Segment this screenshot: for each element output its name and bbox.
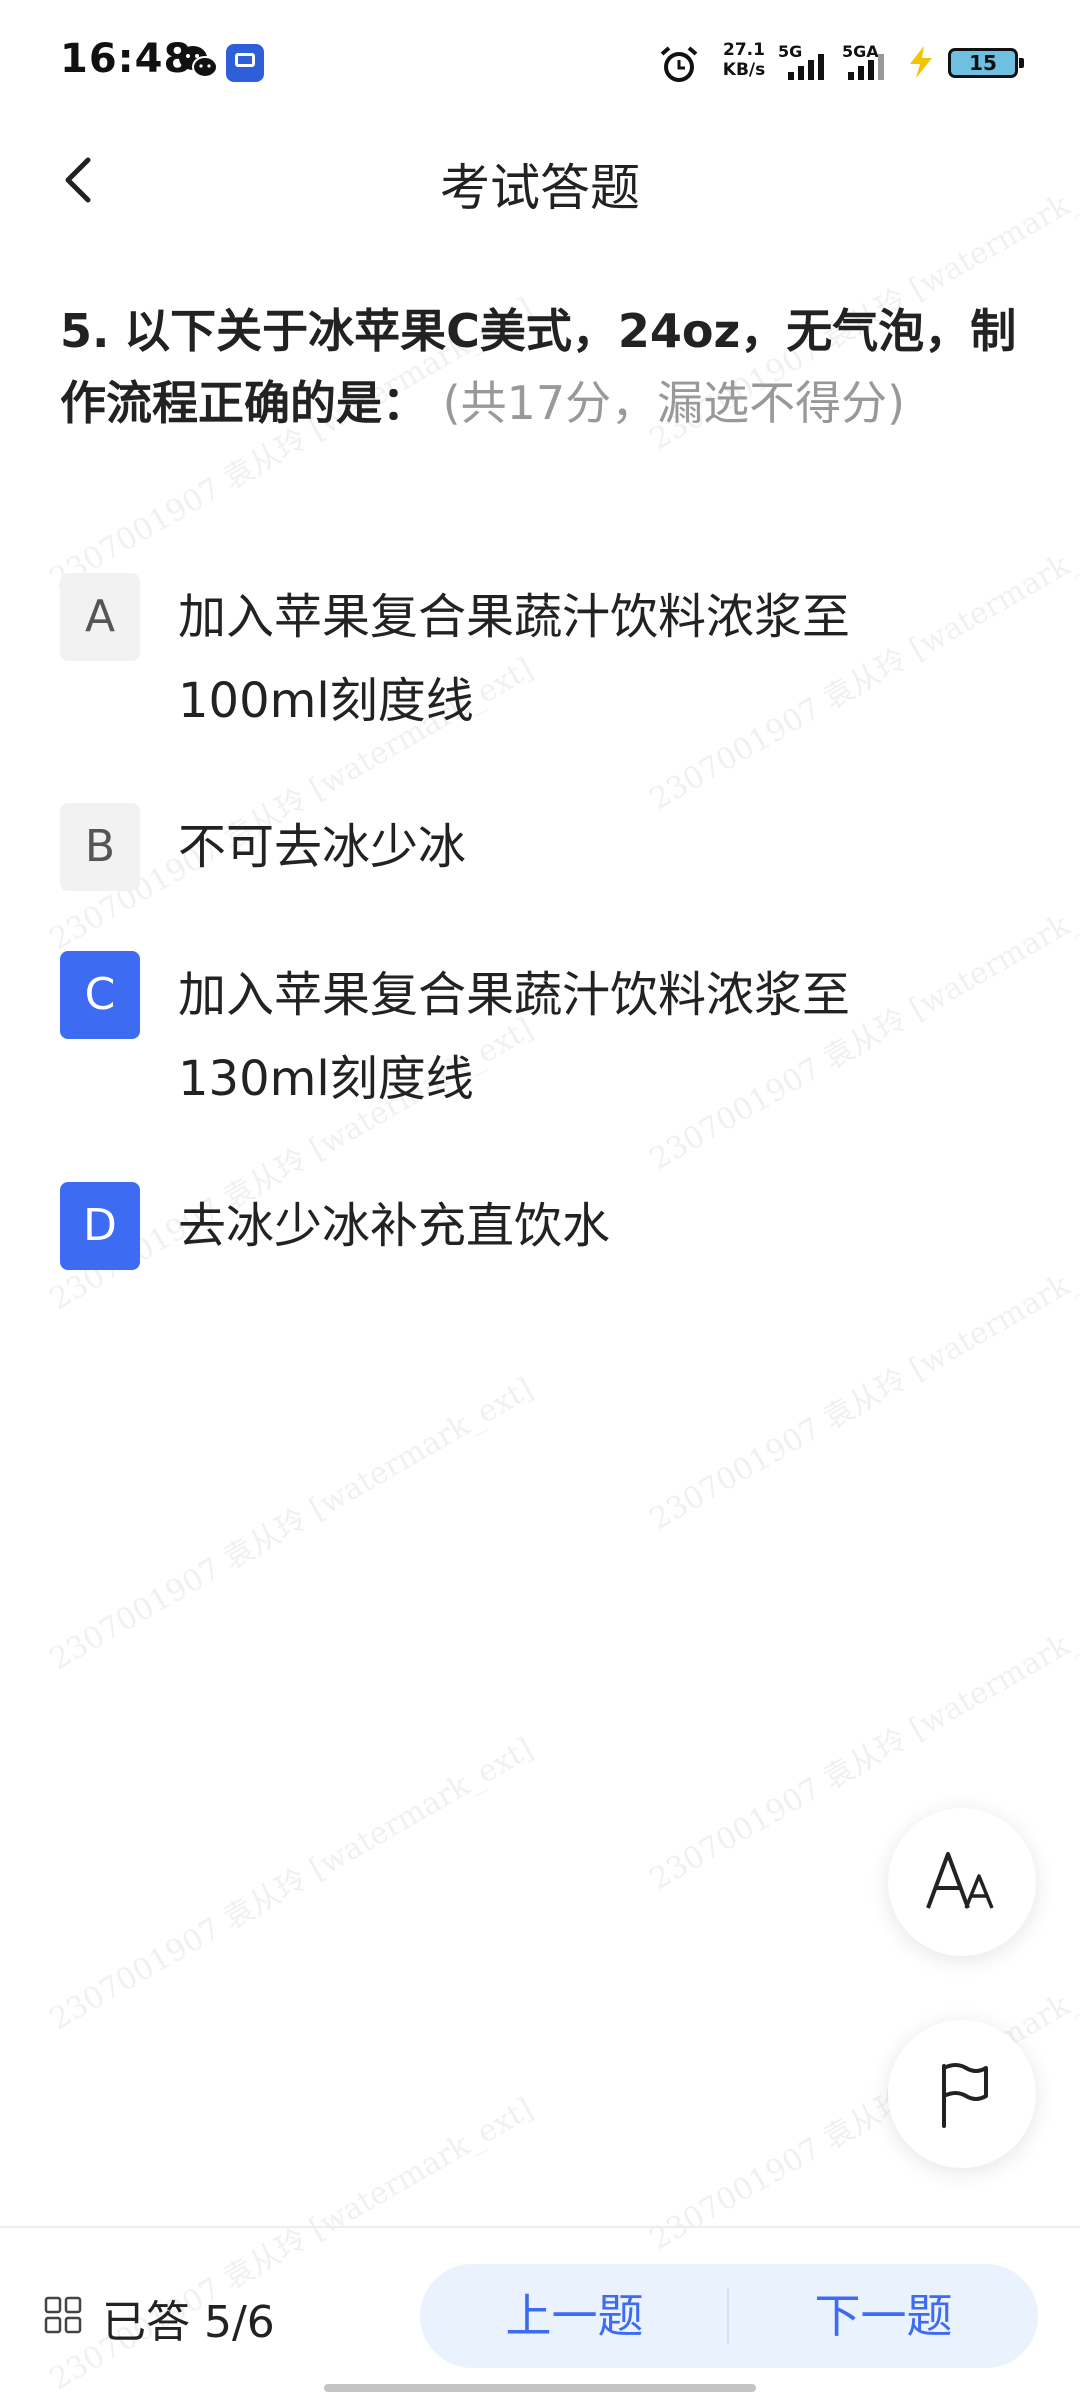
network-speed-value: 27.1: [723, 40, 765, 60]
flag-button[interactable]: [888, 2020, 1036, 2168]
charging-bolt-icon: [910, 46, 932, 78]
question-navigation: 上一题 下一题: [420, 2264, 1038, 2368]
network-speed: 27.1 KB/s: [714, 40, 774, 80]
wechat-icon: [179, 46, 218, 78]
signal-icon: [788, 54, 824, 80]
question-stem: 5. 以下关于冰苹果C美式，24oz，无气泡，制作流程正确的是： (共17分，漏…: [60, 295, 1030, 439]
option-text: 加入苹果复合果蔬汁饮料浓浆至100ml刻度线: [178, 589, 851, 729]
option-text: 加入苹果复合果蔬汁饮料浓浆至130ml刻度线: [178, 967, 851, 1107]
signal-icon: [848, 54, 884, 80]
option-letter: B: [60, 803, 140, 891]
battery-icon: 15: [948, 48, 1024, 78]
watermark-text: 2307001907 袁从玲 [watermark_ext]: [44, 1731, 540, 2038]
question-score-note: (共17分，漏选不得分): [442, 376, 906, 430]
alarm-icon: [660, 46, 698, 82]
flag-icon: [942, 2063, 988, 2128]
question-number: 5.: [60, 304, 110, 358]
next-question-button[interactable]: 下一题: [729, 2264, 1038, 2368]
status-time: 16:48: [60, 36, 193, 82]
grid-icon: [44, 2296, 82, 2334]
option-text: 不可去冰少冰: [178, 819, 467, 875]
option-letter: D: [60, 1182, 140, 1270]
app-icon: [226, 44, 264, 82]
option-letter: C: [60, 951, 140, 1039]
font-size-icon: [926, 1852, 994, 1909]
bottom-divider: [0, 2226, 1080, 2228]
watermark-text: 2307001907 袁从玲 [watermark_ext]: [44, 1371, 540, 1678]
home-indicator[interactable]: [324, 2384, 756, 2392]
network-speed-unit: KB/s: [722, 60, 766, 80]
prev-question-button[interactable]: 上一题: [420, 2264, 729, 2368]
battery-level: 15: [969, 51, 997, 75]
option-text: 去冰少冰补充直饮水: [178, 1198, 611, 1254]
status-bar: 16:48 27.1 KB/s 5G 5GA 15: [0, 0, 1080, 130]
header: 考试答题: [0, 130, 1080, 230]
font-size-button[interactable]: [888, 1808, 1036, 1956]
answered-count: 已答 5/6: [102, 2297, 275, 2348]
option-letter: A: [60, 573, 140, 661]
watermark-text: 2307001907 袁从玲 [watermark_ext]: [644, 1231, 1080, 1538]
page-title: 考试答题: [440, 159, 640, 217]
